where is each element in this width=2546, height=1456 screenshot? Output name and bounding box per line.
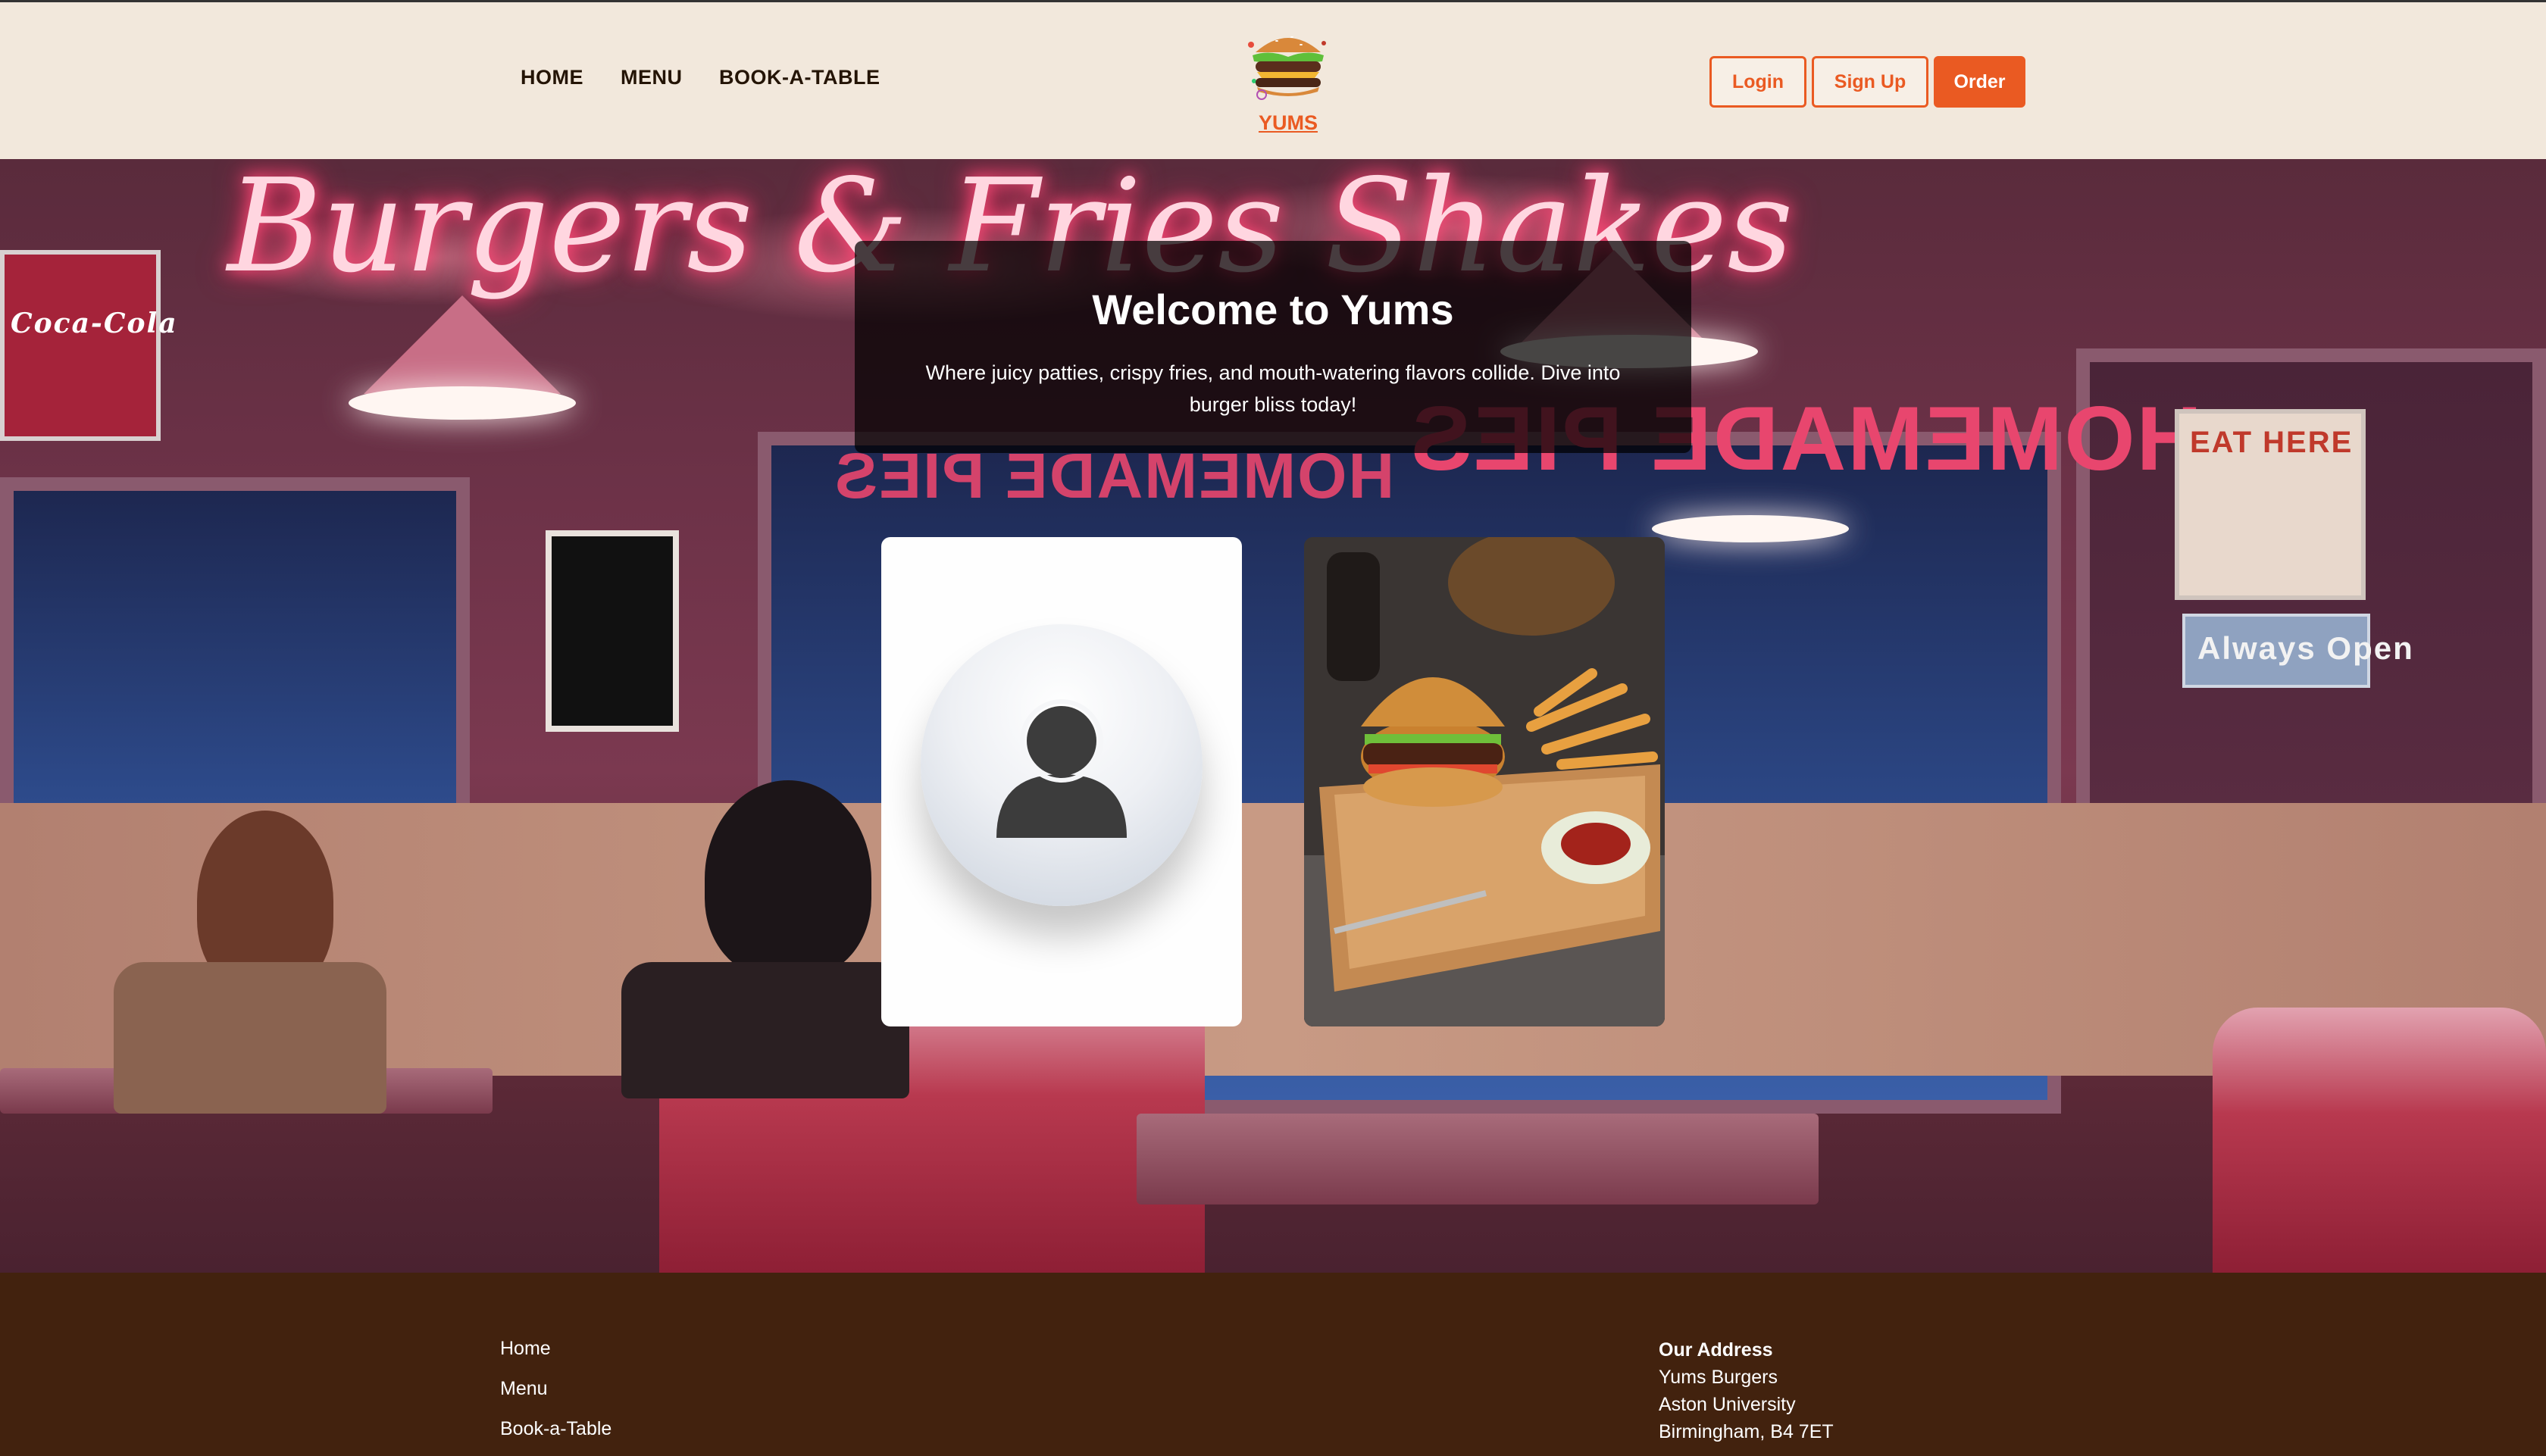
welcome-title: Welcome to Yums (1092, 286, 1454, 333)
diner-person (114, 962, 386, 1114)
diner-person (621, 962, 909, 1098)
logo-text[interactable]: YUMS (1243, 111, 1334, 135)
footer-address: Our Address Yums Burgers Aston Universit… (1659, 1336, 1834, 1445)
nav-home[interactable]: HOME (521, 66, 583, 89)
footer-link-book-a-table[interactable]: Book-a-Table (500, 1418, 611, 1440)
always-open-sign: Always Open (2182, 614, 2413, 688)
signup-button[interactable]: Sign Up (1812, 56, 1928, 108)
address-title: Our Address (1659, 1339, 1773, 1361)
burger-photo (1304, 537, 1665, 1026)
burger-logo-icon[interactable] (1239, 22, 1337, 102)
diner-table (1137, 1114, 1819, 1204)
diner-person (705, 780, 871, 977)
wall-poster (546, 530, 679, 732)
welcome-subtitle: Where juicy patties, crispy fries, and m… (925, 361, 1621, 416)
pendant-lamp (364, 295, 561, 394)
order-button[interactable]: Order (1934, 56, 2025, 108)
address-line: Birmingham, B4 7ET (1659, 1421, 1834, 1442)
login-button[interactable]: Login (1709, 56, 1806, 108)
user-icon (996, 699, 1127, 838)
lamp-glow (1652, 515, 1849, 542)
profile-card[interactable] (881, 537, 1242, 1026)
eat-here-poster: EAT HERE (2175, 409, 2366, 600)
avatar[interactable] (921, 624, 1203, 906)
nav-book-a-table[interactable]: BOOK-A-TABLE (719, 66, 880, 89)
address-line: Yums Burgers (1659, 1367, 1778, 1388)
footer-link-home[interactable]: Home (500, 1338, 551, 1360)
site-header: HOME MENU BOOK-A-TABLE YUMS Login Sign U… (0, 0, 2546, 159)
hero-section: Burgers & Fries Shakes HOMEMADE PIES HOM… (0, 159, 2546, 1273)
nav-menu[interactable]: MENU (621, 66, 683, 89)
address-line: Aston University (1659, 1394, 1796, 1415)
footer-link-menu[interactable]: Menu (500, 1378, 548, 1400)
site-footer: Home Menu Book-a-Table Our Address Yums … (0, 1273, 2546, 1456)
welcome-panel: Welcome to Yums Where juicy patties, cri… (855, 241, 1691, 453)
coca-cola-sign: Coca-Cola (0, 250, 177, 441)
burger-photo-card[interactable] (1304, 537, 1665, 1026)
booth-seat (2213, 1008, 2546, 1273)
lamp-glow (349, 386, 576, 420)
